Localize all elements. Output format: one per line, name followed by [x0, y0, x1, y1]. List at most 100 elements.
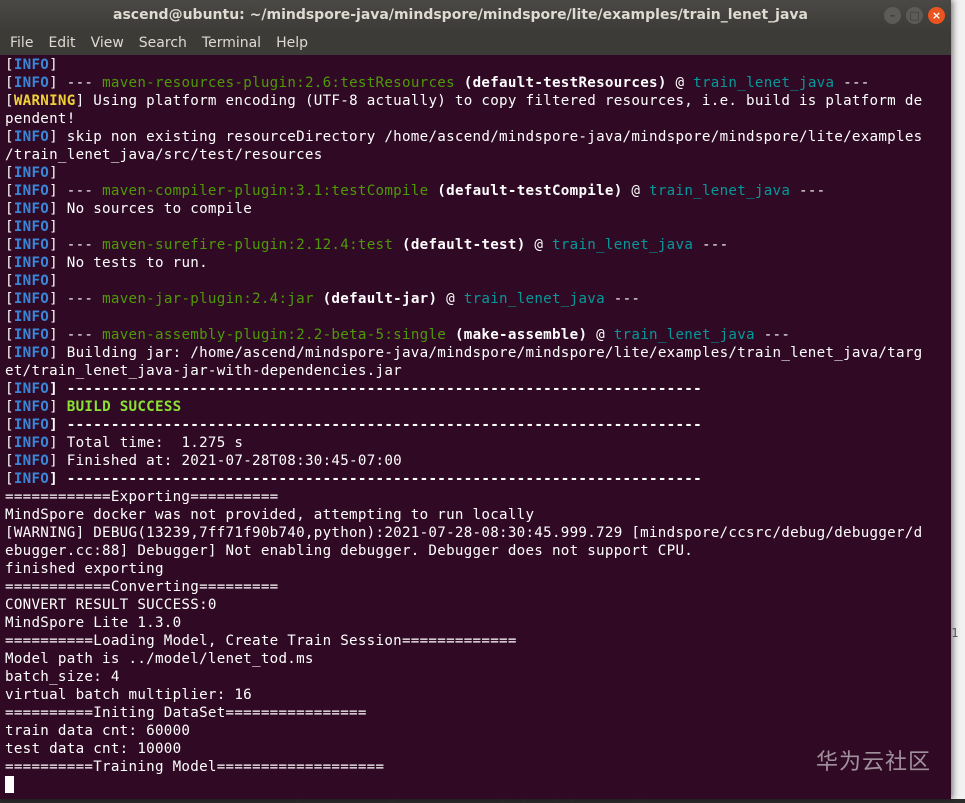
terminal-line: [INFO]	[5, 164, 951, 182]
terminal-text: INFO	[13, 417, 50, 433]
terminal-text: ]	[49, 57, 58, 73]
title-bar[interactable]: ascend@ubuntu: ~/mindspore-java/mindspor…	[0, 0, 951, 31]
terminal-line: ebugger.cc:88] Debugger] Not enabling de…	[5, 542, 951, 560]
terminal-line: ============Converting=========	[5, 578, 951, 596]
terminal-text: INFO	[13, 291, 50, 307]
terminal-text: [	[5, 327, 14, 343]
terminal-text: [	[5, 471, 14, 487]
terminal-text: train_lenet_java	[552, 237, 694, 253]
menu-view[interactable]: View	[82, 35, 130, 51]
terminal-text: ] skip non existing resourceDirectory /h…	[49, 129, 923, 145]
terminal-line: [INFO] Total time: 1.275 s	[5, 434, 951, 452]
close-button[interactable]: ×	[928, 7, 945, 24]
terminal-line: ==========Training Model================…	[5, 758, 951, 776]
terminal-text: ] Using platform encoding (UTF-8 actuall…	[75, 93, 923, 109]
terminal-text: INFO	[13, 345, 50, 361]
terminal-text: [	[5, 273, 14, 289]
terminal-text: ---	[754, 327, 791, 343]
terminal-text: INFO	[13, 399, 50, 415]
terminal-text: INFO	[13, 309, 50, 325]
terminal-text: [	[5, 291, 14, 307]
terminal-text: ] ---	[49, 237, 103, 253]
terminal-line: /train_lenet_java/src/test/resources	[5, 146, 951, 164]
terminal-text: [	[5, 255, 14, 271]
terminal-text: et/train_lenet_java-jar-with-dependencie…	[5, 363, 402, 379]
terminal-text: [	[5, 219, 14, 235]
terminal-text: INFO	[13, 255, 50, 271]
terminal-text: ============Converting=========	[5, 579, 279, 595]
terminal-line: [INFO] --- maven-assembly-plugin:2.2-bet…	[5, 326, 951, 344]
terminal-line: [INFO] --- maven-resources-plugin:2.6:te…	[5, 74, 951, 92]
terminal-text: /train_lenet_java/src/test/resources	[5, 147, 323, 163]
terminal-text: (default-jar)	[322, 291, 438, 307]
terminal-line: [INFO] BUILD SUCCESS	[5, 398, 951, 416]
terminal-text: INFO	[13, 165, 50, 181]
terminal-text: [	[5, 183, 14, 199]
terminal-output[interactable]: [INFO] [INFO] --- maven-resources-plugin:…	[0, 55, 951, 799]
menu-file[interactable]: File	[0, 35, 39, 51]
terminal-text: maven-jar-plugin:2.4:jar	[102, 291, 314, 307]
terminal-line: [INFO] No sources to compile	[5, 200, 951, 218]
terminal-text: maven-surefire-plugin:2.12.4:test	[102, 237, 394, 253]
terminal-text: [	[5, 345, 14, 361]
terminal-text: ---	[834, 75, 870, 91]
terminal-text: MindSpore Lite 1.3.0	[5, 615, 182, 631]
terminal-line: et/train_lenet_java-jar-with-dependencie…	[5, 362, 951, 380]
terminal-line: [INFO]	[5, 308, 951, 326]
terminal-text: [	[5, 129, 14, 145]
terminal-text: maven-compiler-plugin:3.1:testCompile	[102, 183, 429, 199]
terminal-line: [INFO] --- maven-compiler-plugin:3.1:tes…	[5, 182, 951, 200]
terminal-text: ] Finished at: 2021-07-28T08:30:45-07:00	[49, 453, 402, 469]
terminal-line: pendent!	[5, 110, 951, 128]
menu-search[interactable]: Search	[130, 35, 193, 51]
terminal-line: [WARNING] Using platform encoding (UTF-8…	[5, 92, 951, 110]
terminal-text: [	[5, 435, 14, 451]
terminal-text: ] ---	[49, 183, 103, 199]
terminal-line: finished exporting	[5, 560, 951, 578]
terminal-text: INFO	[13, 237, 50, 253]
terminal-text: [	[5, 201, 14, 217]
terminal-window: ascend@ubuntu: ~/mindspore-java/mindspor…	[0, 0, 951, 799]
terminal-text: (default-testResources)	[463, 75, 667, 91]
terminal-text: INFO	[13, 219, 50, 235]
menu-terminal[interactable]: Terminal	[193, 35, 267, 51]
minimize-button[interactable]: –	[884, 7, 901, 24]
watermark: 华为云社区	[815, 750, 931, 775]
terminal-line: batch_size: 4	[5, 668, 951, 686]
window-controls: – □ ×	[884, 7, 945, 24]
terminal-text: ] ---	[49, 327, 103, 343]
menu-help[interactable]: Help	[267, 35, 314, 51]
terminal-text: [	[5, 57, 14, 73]
terminal-text: ---	[693, 237, 729, 253]
menu-edit[interactable]: Edit	[39, 35, 81, 51]
terminal-text: INFO	[13, 453, 50, 469]
terminal-line: ============Exporting==========	[5, 488, 951, 506]
terminal-line: MindSpore Lite 1.3.0	[5, 614, 951, 632]
terminal-text: finished exporting	[5, 561, 164, 577]
terminal-text: [	[5, 381, 14, 397]
terminal-text: INFO	[13, 435, 50, 451]
terminal-line: [INFO] --- maven-jar-plugin:2.4:jar (def…	[5, 290, 951, 308]
terminal-text: INFO	[13, 471, 50, 487]
terminal-line: [INFO] No tests to run.	[5, 254, 951, 272]
terminal-line: [INFO] Building jar: /home/ascend/mindsp…	[5, 344, 951, 362]
terminal-line: virtual batch multiplier: 16	[5, 686, 951, 704]
terminal-text: [	[5, 237, 14, 253]
terminal-text: @	[666, 75, 694, 91]
terminal-text: ---	[604, 291, 641, 307]
terminal-text: ebugger.cc:88] Debugger] Not enabling de…	[5, 543, 694, 559]
maximize-button[interactable]: □	[906, 7, 923, 24]
terminal-text: INFO	[13, 75, 50, 91]
terminal-text: [	[5, 399, 14, 415]
cursor	[5, 776, 14, 793]
terminal-text: [WARNING] DEBUG(13239,7ff71f90b740,pytho…	[5, 525, 923, 541]
terminal-text: MindSpore docker was not provided, attem…	[5, 507, 535, 523]
terminal-text: ==========Initing DataSet===============…	[5, 705, 367, 721]
terminal-line: [WARNING] DEBUG(13239,7ff71f90b740,pytho…	[5, 524, 951, 542]
menu-bar: File Edit View Search Terminal Help	[0, 31, 951, 55]
terminal-text: Model path is ../model/lenet_tod.ms	[5, 651, 314, 667]
terminal-text: maven-assembly-plugin:2.2-beta-5:single	[102, 327, 447, 343]
